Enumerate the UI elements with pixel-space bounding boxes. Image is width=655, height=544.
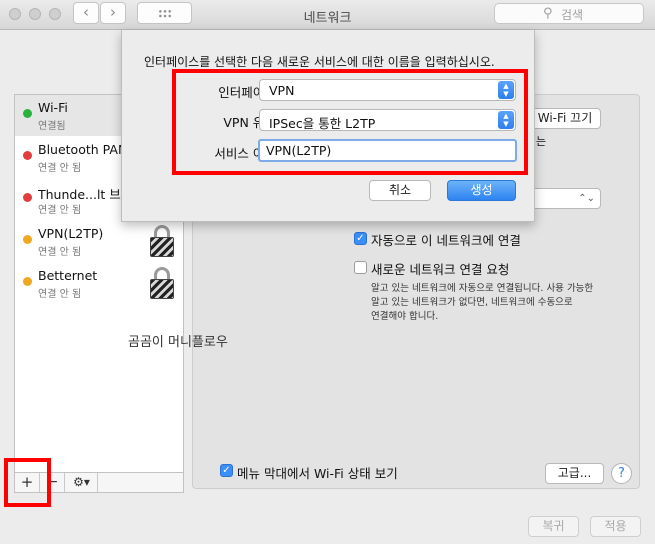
ask-join-help-line: 연결해야 합니다. <box>371 311 439 322</box>
service-status: 연결 안 됨 <box>38 205 82 216</box>
show-in-menu-bar-checkbox[interactable]: ✓ <box>220 464 233 477</box>
question-icon: ? <box>618 466 625 481</box>
apply-button[interactable]: 적용 <box>590 516 641 537</box>
service-status: 연결 안 됨 <box>38 247 82 258</box>
service-status: 연결 안 됨 <box>38 163 82 174</box>
service-name: Betternet <box>38 268 98 283</box>
ask-join-help-line: 알고 있는 네트워크가 없다면, 네트워크에 수동으로 <box>371 297 573 308</box>
service-name: Bluetooth PAN <box>38 142 128 157</box>
service-status: 연결됨 <box>38 121 66 132</box>
highlight-box-form <box>172 69 528 175</box>
service-status: 연결 안 됨 <box>38 289 82 300</box>
search-field[interactable]: ⚲ 검색 <box>494 3 644 24</box>
service-name: VPN(L2TP) <box>38 226 104 241</box>
chevron-updown-icon: ⌃⌄ <box>578 193 595 204</box>
partial-status-text: 는 <box>536 135 547 148</box>
ask-join-checkbox[interactable] <box>354 261 367 274</box>
create-button[interactable]: 생성 <box>447 180 516 201</box>
service-name: Wi-Fi <box>38 100 68 115</box>
highlight-box-add <box>4 458 51 507</box>
status-dot-icon <box>23 151 32 160</box>
search-placeholder: 검색 <box>561 8 584 22</box>
ask-join-help-line: 알고 있는 네트워크에 자동으로 연결됩니다. 사용 가능한 <box>371 283 594 294</box>
revert-button[interactable]: 복귀 <box>528 516 579 537</box>
show-in-menu-bar-label: 메뉴 막대에서 Wi-Fi 상태 보기 <box>237 466 398 481</box>
help-button[interactable]: ? <box>611 463 632 484</box>
status-dot-icon <box>23 235 32 244</box>
lock-icon <box>149 267 175 299</box>
status-dot-icon <box>23 193 32 202</box>
gear-icon: ⚙▾ <box>73 475 90 489</box>
service-item-betternet[interactable]: Betternet 연결 안 됨 <box>15 263 183 304</box>
advanced-button[interactable]: 고급... <box>545 463 604 484</box>
status-dot-icon <box>23 109 32 118</box>
status-dot-icon <box>23 277 32 286</box>
wifi-off-button[interactable]: Wi-Fi 끄기 <box>529 108 601 129</box>
title-bar: ‹ › 네트워크 ⚲ 검색 <box>0 0 655 30</box>
service-item-vpn-l2tp[interactable]: VPN(L2TP) 연결 안 됨 <box>15 221 183 262</box>
search-icon: ⚲ <box>543 6 553 21</box>
cancel-button[interactable]: 취소 <box>369 180 431 201</box>
auto-join-checkbox[interactable]: ✓ <box>354 232 367 245</box>
lock-icon <box>149 225 175 257</box>
auto-join-label: 자동으로 이 네트워크에 연결 <box>371 233 521 248</box>
overlay-caption: 곰곰이 머니플로우 <box>128 335 228 350</box>
ask-join-label: 새로운 네트워크 연결 요청 <box>371 262 510 277</box>
gear-menu-button[interactable]: ⚙▾ <box>66 473 98 492</box>
sheet-message: 인터페이스를 선택한 다음 새로운 서비스에 대한 이름을 입력하십시오. <box>144 55 495 69</box>
